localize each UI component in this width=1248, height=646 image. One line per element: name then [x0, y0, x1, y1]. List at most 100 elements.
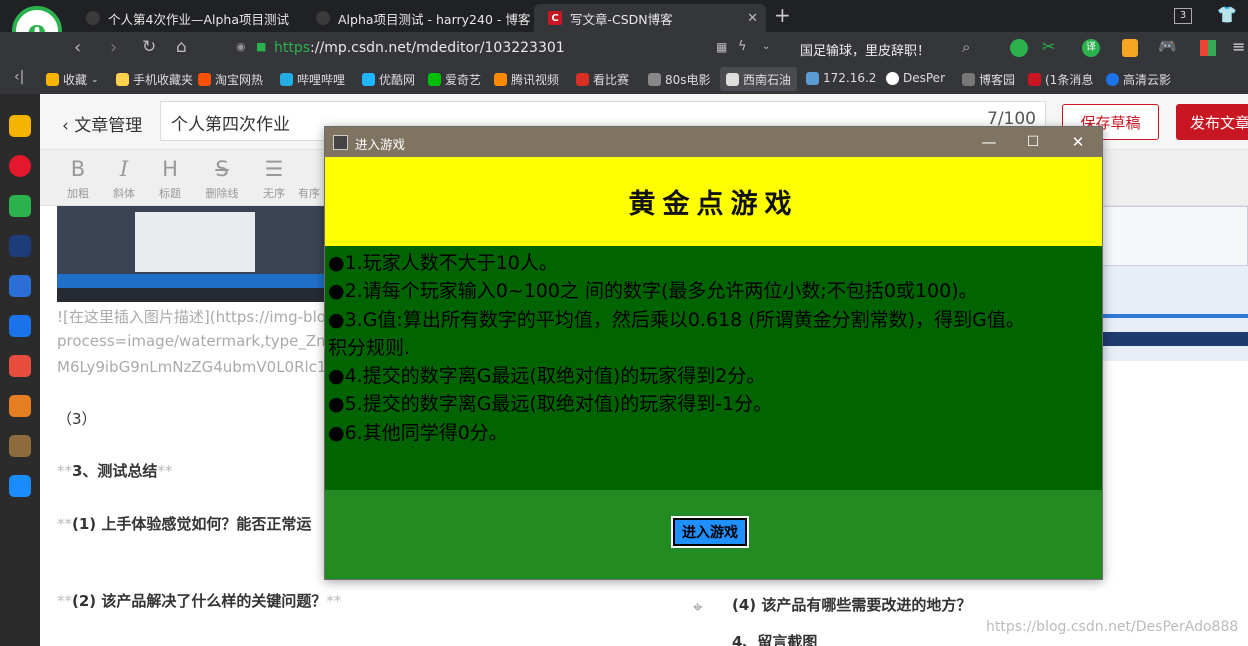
word-doc-icon[interactable] — [9, 275, 31, 297]
bookmark-item[interactable]: 博客园 — [962, 71, 1015, 88]
tab-title: 写文章-CSDN博客 — [570, 11, 673, 27]
forward-arrow-icon[interactable]: › — [110, 37, 117, 58]
markdown-line: process=image/watermark,type_ZmFu — [57, 332, 349, 350]
tab-count-badge[interactable]: 3 — [1174, 8, 1192, 24]
translate-icon[interactable]: 译 — [1082, 39, 1100, 57]
bookmark-item[interactable]: 收藏 ⌄ — [46, 71, 99, 88]
button-panel: 进入游戏 — [325, 490, 1102, 579]
bookmark-label: 优酷网 — [379, 73, 416, 87]
italic-button[interactable]: I 斜体 — [104, 156, 144, 201]
menu-icon[interactable]: ≡ — [1232, 37, 1245, 56]
game-dialog-window: 进入游戏 — ☐ ✕ 黄金点游戏 ●1.玩家人数不大于10人。 ●2.请每个玩家… — [324, 126, 1103, 580]
close-icon[interactable]: ✕ — [1056, 130, 1100, 154]
bookmark-item[interactable]: 高清云影 — [1106, 71, 1171, 88]
toolbar-label: 斜体 — [113, 187, 135, 200]
item-3-text: （3） — [57, 410, 97, 428]
bookmark-item[interactable]: 腾讯视频 — [494, 71, 559, 88]
apps-grid-icon[interactable] — [1200, 40, 1216, 56]
markdown-line: ![在这里插入图片描述](https://img-blog — [57, 308, 336, 326]
unordered-list-button[interactable]: ☰ 无序 — [254, 156, 294, 201]
chat-icon[interactable] — [9, 315, 31, 337]
gamepad-icon[interactable]: 🎮 — [1158, 37, 1177, 55]
bookmark-label: 收藏 — [63, 73, 88, 87]
game-app-icon[interactable] — [9, 355, 31, 377]
bookmark-item[interactable]: 西南石油 — [720, 67, 798, 91]
dialog-title: 进入游戏 — [355, 137, 406, 152]
shirt-skin-icon[interactable]: 👕 — [1217, 5, 1237, 24]
star-icon — [46, 73, 59, 86]
tab-title: Alpha项目测试 - harry240 - 博客 — [338, 11, 531, 27]
qr-code-icon[interactable]: ▦ — [716, 40, 727, 54]
bookmark-item[interactable]: 看比赛 — [576, 71, 629, 88]
reload-icon[interactable]: ↻ — [142, 37, 156, 57]
page-icon — [726, 72, 739, 86]
chevron-down-icon[interactable]: ⌄ — [762, 41, 770, 52]
preview-taskbar — [1100, 332, 1248, 346]
heading-button[interactable]: H 标题 — [150, 156, 190, 201]
minimize-icon[interactable]: — — [967, 130, 1011, 154]
heading-text: 3、测试总结 — [72, 462, 158, 480]
question-1: **(1) 上手体验感觉如何？能否正常运 — [57, 513, 311, 534]
bookmark-item[interactable]: 爱奇艺 — [428, 71, 481, 88]
bookmark-item[interactable]: DesPer — [886, 71, 945, 85]
game-app-icon[interactable] — [9, 395, 31, 417]
screenshot-window — [135, 212, 255, 272]
bookmark-item[interactable]: 手机收藏夹 — [116, 71, 193, 88]
mail-icon[interactable] — [9, 195, 31, 217]
home-icon[interactable]: ⌂ — [176, 37, 187, 57]
bookmarks-bar: ‹| 收藏 ⌄ 手机收藏夹 淘宝网热 哔哩哔哩 优酷网 爱奇艺 腾讯视频 看比赛 … — [0, 64, 1248, 94]
csdn-icon — [1028, 73, 1041, 86]
new-tab-button[interactable]: + — [774, 3, 791, 27]
ordered-list-button[interactable]: 有序 — [298, 156, 326, 201]
heading-icon: H — [162, 157, 178, 181]
toolbar-label: 标题 — [159, 187, 181, 200]
back-to-article-management[interactable]: ‹ 文章管理 — [62, 111, 142, 136]
preview-question-4: (4) 该产品有哪些需要改进的地方？ — [732, 596, 972, 614]
screenshot-statusbar — [57, 288, 327, 302]
bilibili-icon — [280, 73, 293, 86]
bold-button[interactable]: B 加粗 — [58, 156, 98, 201]
extension-green-icon[interactable] — [1010, 39, 1028, 57]
bookmark-item[interactable]: (1条消息 — [1028, 71, 1093, 88]
bookmark-item[interactable]: 哔哩哔哩 — [280, 71, 345, 88]
url-field[interactable]: https://mp.csdn.net/mdeditor/103223301 — [274, 40, 565, 56]
global-view-icon[interactable] — [9, 235, 31, 257]
shield-coin-icon[interactable] — [1122, 39, 1138, 57]
search-icon[interactable]: ⌕ — [962, 38, 970, 56]
enter-game-button[interactable]: 进入游戏 — [671, 516, 749, 548]
network-icon — [806, 71, 819, 85]
scissors-icon[interactable]: ✂ — [1042, 37, 1055, 56]
game-app-icon[interactable] — [9, 435, 31, 457]
tab-alpha-test-homework[interactable]: 个人第4次作业—Alpha项目测试 — [72, 4, 302, 32]
lightning-icon[interactable]: ϟ — [738, 39, 747, 54]
close-tab-icon[interactable]: ✕ — [747, 11, 758, 26]
favorites-star-icon[interactable] — [9, 115, 31, 137]
publish-article-button[interactable]: 发布文章 — [1176, 104, 1248, 140]
bookmark-item[interactable]: 淘宝网热 — [198, 71, 263, 88]
tab-alpha-test-harry240[interactable]: Alpha项目测试 - harry240 - 博客 — [302, 4, 534, 32]
phone-icon — [116, 73, 129, 86]
weibo-icon[interactable] — [9, 155, 31, 177]
target-scroll-icon[interactable]: ⌖ — [693, 598, 703, 618]
bookmark-item[interactable]: 优酷网 — [362, 71, 415, 88]
maximize-icon[interactable]: ☐ — [1011, 130, 1055, 154]
collapse-sidebar-icon[interactable]: ‹| — [14, 69, 24, 85]
bookmark-item[interactable]: 80s电影 — [648, 71, 711, 88]
preview-window — [1100, 206, 1248, 266]
tab-write-article-csdn[interactable]: C 写文章-CSDN博客 ✕ — [534, 4, 766, 32]
markdown-mark: ** — [57, 515, 72, 533]
csdn-tab-icon: C — [548, 11, 562, 25]
app-p-icon[interactable] — [9, 475, 31, 497]
bookmark-item[interactable]: 172.16.2 — [806, 71, 876, 85]
ordered-list-icon — [298, 156, 326, 182]
site-info-icon[interactable]: ◉ — [236, 40, 246, 53]
url-scheme: https — [274, 40, 311, 56]
strikethrough-button[interactable]: S 删除线 — [202, 156, 242, 201]
tencent-video-icon — [494, 73, 507, 86]
bookmark-label: 80s电影 — [665, 73, 711, 87]
dialog-title-bar[interactable]: 进入游戏 — ☐ ✕ — [325, 127, 1102, 157]
java-app-icon — [333, 135, 348, 150]
back-arrow-icon[interactable]: ‹ — [74, 37, 81, 58]
markdown-mark: ** — [57, 592, 72, 610]
news-ticker[interactable]: 国足输球，里皮辞职！ — [800, 40, 930, 59]
